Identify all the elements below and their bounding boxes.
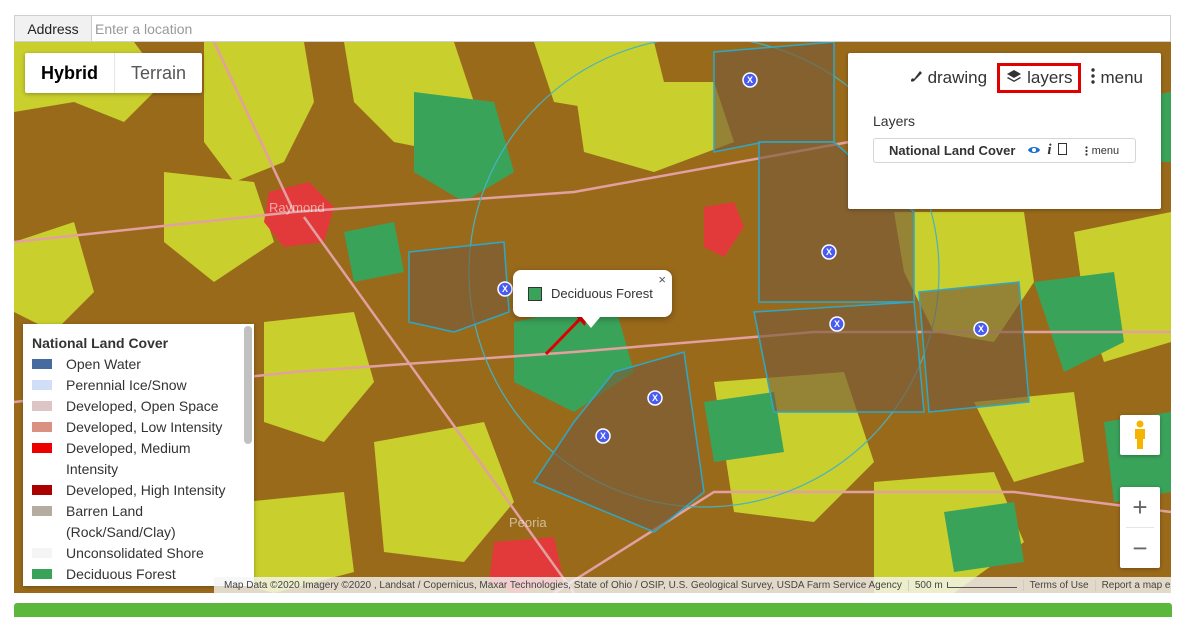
address-input[interactable]	[92, 16, 1170, 41]
opacity-icon[interactable]	[1057, 143, 1067, 158]
legend-item: Barren Land (Rock/Sand/Clay)	[32, 501, 236, 543]
legend-item: Developed, High Intensity	[32, 480, 236, 501]
legend-item: Deciduous Forest	[32, 564, 236, 585]
legend-label: Perennial Ice/Snow	[66, 377, 187, 393]
terms-link[interactable]: Terms of Use	[1024, 579, 1096, 591]
scale-bar	[946, 581, 1017, 588]
legend-swatch	[32, 506, 52, 516]
legend-swatch	[32, 401, 52, 411]
map-canvas[interactable]: X X X X X X X Raymond Peoria Hybrid Terrain d…	[14, 42, 1171, 593]
legend-item: Unconsolidated Shore	[32, 543, 236, 564]
layer-icons: i	[1027, 142, 1067, 159]
legend-item: Perennial Ice/Snow	[32, 375, 236, 396]
address-label: Address	[15, 16, 92, 41]
legend-item: Developed, Medium Intensity	[32, 438, 236, 480]
eye-icon[interactable]	[1027, 143, 1041, 158]
address-bar: Address	[14, 15, 1171, 42]
legend-label: Developed, Low Intensity	[66, 419, 223, 435]
svg-text:X: X	[747, 75, 753, 85]
legend-swatch	[32, 485, 52, 495]
layers-panel: drawing layers menu Layers National Land…	[848, 53, 1161, 209]
drawing-button[interactable]: drawing	[905, 64, 992, 92]
pegman-icon	[1135, 420, 1145, 449]
zoom-in-button[interactable]: +	[1120, 487, 1160, 527]
legend-scrollbar[interactable]	[244, 326, 252, 444]
attribution-text: Map Data ©2020 Imagery ©2020 , Landsat /…	[218, 579, 909, 591]
svg-text:X: X	[600, 431, 606, 441]
drawing-label: drawing	[927, 68, 988, 87]
layer-menu-label: menu	[1091, 144, 1120, 157]
scale-indicator[interactable]: 500 m	[909, 579, 1024, 591]
legend-swatch	[32, 380, 52, 390]
legend-item: Developed, Open Space	[32, 396, 236, 417]
street-view-button[interactable]	[1120, 415, 1160, 455]
kebab-icon	[1091, 67, 1096, 89]
svg-text:X: X	[834, 319, 840, 329]
legend-swatch	[32, 422, 52, 432]
legend-item: Open Water	[32, 354, 236, 375]
legend-swatch	[32, 359, 52, 369]
report-error-link[interactable]: Report a map error	[1096, 580, 1171, 591]
info-swatch	[528, 286, 542, 301]
svg-text:X: X	[978, 324, 984, 334]
layer-menu-button[interactable]: menu	[1084, 144, 1120, 157]
legend-label: Developed, Medium Intensity	[66, 440, 191, 477]
kebab-small-icon	[1084, 145, 1088, 156]
layers-heading: Layers	[873, 113, 916, 129]
info-window-tail	[581, 316, 601, 328]
svg-text:X: X	[502, 284, 508, 294]
brush-icon	[909, 68, 923, 88]
bottom-action-bar[interactable]	[14, 603, 1172, 617]
panel-toolbar: drawing layers menu	[905, 63, 1147, 93]
legend-swatch	[32, 443, 52, 453]
legend-label: Barren Land (Rock/Sand/Clay)	[66, 503, 176, 540]
layers-icon	[1006, 68, 1022, 88]
map-type-control: Hybrid Terrain	[25, 53, 203, 93]
layer-item-national-land-cover[interactable]: National Land Cover i menu	[873, 138, 1136, 163]
legend-swatch	[32, 569, 52, 579]
legend-title: National Land Cover	[32, 335, 169, 351]
menu-label: menu	[1100, 68, 1143, 87]
zoom-out-button[interactable]: −	[1120, 528, 1160, 568]
terrain-button[interactable]: Terrain	[115, 53, 202, 93]
town-label-peoria: Peoria	[509, 515, 547, 530]
svg-text:X: X	[652, 393, 658, 403]
legend-panel[interactable]: National Land Cover Open Water Perennial …	[23, 324, 254, 586]
legend-label: Open Water	[66, 356, 141, 372]
legend-label: Developed, High Intensity	[66, 482, 226, 498]
legend-swatch	[32, 548, 52, 558]
town-label-raymond: Raymond	[269, 200, 325, 215]
legend-label: Deciduous Forest	[66, 566, 176, 582]
info-window: Deciduous Forest ×	[513, 270, 672, 317]
scale-label: 500 m	[914, 579, 943, 591]
layer-name: National Land Cover	[889, 143, 1016, 158]
legend-label: Unconsolidated Shore	[66, 545, 204, 561]
close-icon[interactable]: ×	[658, 272, 666, 287]
legend-label: Developed, Open Space	[66, 398, 219, 414]
legend-item: Developed, Low Intensity	[32, 417, 236, 438]
zoom-control: + −	[1120, 487, 1160, 568]
svg-text:X: X	[826, 247, 832, 257]
layers-label: layers	[1027, 68, 1073, 87]
menu-button[interactable]: menu	[1087, 64, 1147, 93]
hybrid-button[interactable]: Hybrid	[25, 53, 114, 93]
layers-button[interactable]: layers	[997, 63, 1082, 93]
info-icon[interactable]: i	[1047, 142, 1051, 159]
map-attribution: Map Data ©2020 Imagery ©2020 , Landsat /…	[214, 577, 1171, 593]
info-label: Deciduous Forest	[551, 286, 653, 301]
